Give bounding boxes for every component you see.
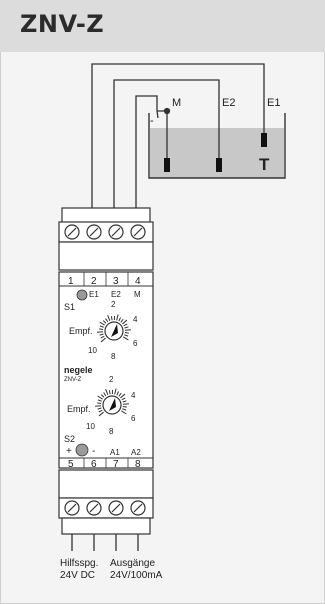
- diagram-card: ZNV-Z T M E2 E1 - 1 2 3 4 E1 E2 M S1 Emp…: [0, 0, 325, 604]
- wiring-diagram: T M E2 E1 - 1 2 3 4 E1 E2 M S1 Empf. 2 4…: [58, 63, 286, 581]
- probe-minus-label: -: [150, 115, 154, 127]
- terminal-number-5: 5: [68, 459, 74, 470]
- probe-m: [164, 158, 170, 172]
- terminal-number-8: 8: [135, 459, 141, 470]
- terminal-label-e1: E1: [89, 290, 99, 299]
- dial-1-tick-10: 10: [88, 346, 97, 355]
- s2-label: S2: [64, 434, 75, 444]
- dial-2-label: Empf.: [67, 404, 91, 414]
- terminal-label-a2: A2: [131, 448, 141, 457]
- terminal-number-3: 3: [113, 276, 119, 287]
- output-label-line1: Ausgänge: [110, 558, 155, 569]
- dial-2-tick-10: 10: [86, 422, 95, 431]
- terminal-number-2: 2: [91, 276, 97, 287]
- dial-2-tick-4: 4: [131, 391, 136, 400]
- s2-button[interactable]: [75, 443, 89, 457]
- model-label: ZNV-Z: [64, 377, 82, 383]
- terminal-number-7: 7: [113, 459, 119, 470]
- dial-1-tick-4: 4: [133, 315, 138, 324]
- probe-label-m: M: [172, 97, 181, 109]
- s2-plus: +: [66, 446, 72, 457]
- output-label-line2: 24V/100mA: [110, 570, 163, 581]
- s2-minus: -: [92, 446, 95, 457]
- wire-m-lead: [156, 110, 159, 119]
- s1-led: [76, 289, 88, 301]
- device-body: 1 2 3 4 E1 E2 M S1 Empf. 2 4 6 8 10 nege…: [58, 271, 154, 470]
- brand-logo-text: negele: [64, 365, 93, 375]
- dial-tick-mark: [108, 390, 111, 395]
- dial-tick-mark: [99, 328, 104, 330]
- dial-1-tick-6: 6: [133, 339, 138, 348]
- dial-2-tick-6: 6: [131, 414, 136, 423]
- probe-label-e1: E1: [267, 97, 280, 109]
- supply-label-line2: 24V DC: [60, 570, 95, 581]
- dial-tick-mark: [97, 402, 102, 404]
- terminal-label-e2: E2: [111, 290, 121, 299]
- probe-e1: [261, 133, 267, 147]
- dial-2-tick-8: 8: [109, 427, 114, 436]
- dial-2-tick-2: 2: [109, 375, 114, 384]
- dial-1-label: Empf.: [69, 326, 93, 336]
- top-terminal-block: [58, 207, 154, 271]
- tank-label: T: [259, 155, 270, 174]
- terminal-number-6: 6: [91, 459, 97, 470]
- probe-e2: [216, 158, 222, 172]
- terminal-label-m: M: [134, 290, 141, 299]
- terminal-number-4: 4: [135, 276, 141, 287]
- dial-1-tick-8: 8: [111, 352, 116, 361]
- dial-tick-mark: [110, 316, 113, 321]
- s1-label: S1: [64, 302, 75, 312]
- dial-tick-mark: [122, 406, 127, 408]
- dial-tick-mark: [124, 332, 129, 334]
- terminal-label-a1: A1: [110, 448, 120, 457]
- junction-dot: [163, 107, 171, 115]
- probe-label-e2: E2: [222, 97, 235, 109]
- supply-label-line1: Hilfsspg.: [60, 558, 98, 569]
- terminal-number-1: 1: [68, 276, 74, 287]
- dial-1-tick-2: 2: [111, 300, 116, 309]
- bottom-terminal-block: [58, 469, 154, 551]
- output-leads: [71, 534, 139, 551]
